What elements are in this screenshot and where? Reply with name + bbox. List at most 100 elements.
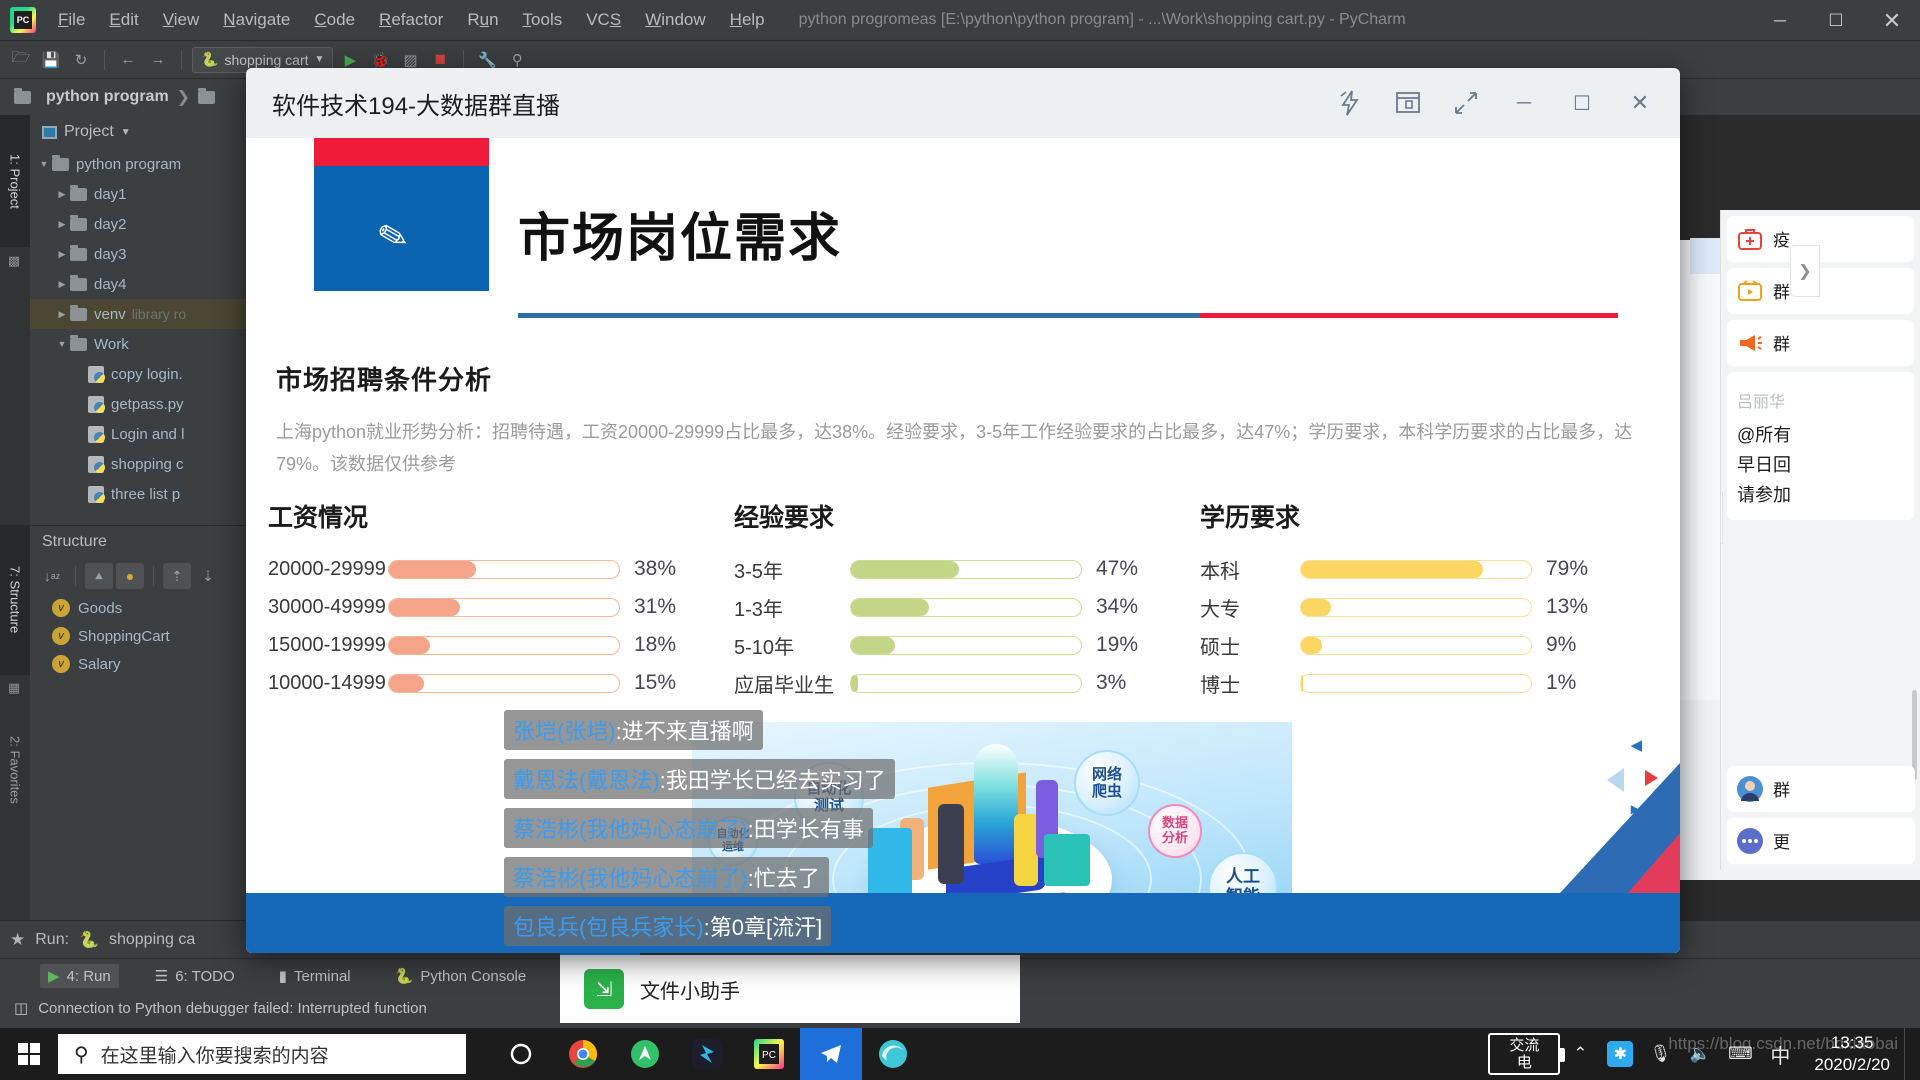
cortana-icon[interactable] (490, 1028, 552, 1080)
ide-minimize-button[interactable]: ─ (1752, 0, 1808, 41)
tree-collapse-arrow-icon[interactable]: ▼ (54, 339, 70, 349)
bubble-line: 人工 (1226, 867, 1260, 887)
sync-icon[interactable]: ↻ (68, 47, 94, 73)
menu-edit[interactable]: Edit (97, 7, 150, 33)
tree-expand-arrow-icon[interactable]: ▶ (54, 189, 70, 200)
battery-label-bottom: 电 (1517, 1054, 1532, 1071)
fullscreen-icon[interactable] (1440, 80, 1492, 126)
forward-arrow-icon[interactable]: → (145, 47, 171, 73)
project-panel-header[interactable]: Project ▼ (30, 115, 250, 149)
structure-divider-1 (75, 566, 76, 586)
menu-navigate[interactable]: Navigate (211, 7, 302, 33)
start-button[interactable] (0, 1028, 58, 1080)
tree-expand-arrow-icon[interactable]: ▶ (54, 249, 70, 260)
breadcrumb-item-project[interactable]: python program (46, 88, 169, 106)
tab-run[interactable]: ▶ 4: Run (40, 964, 119, 988)
ide-close-button[interactable]: ✕ (1864, 0, 1920, 41)
save-icon[interactable]: 💾 (38, 47, 64, 73)
bubble-data-analysis: 数据 分析 (1148, 804, 1202, 858)
sort-alphabetically-icon[interactable]: ↓az (38, 563, 66, 589)
open-folder-icon[interactable]: 🗁 (8, 47, 34, 73)
side-panel-collapse-button[interactable]: chevron-right-icon ❯ (1720, 492, 1723, 544)
menu-help[interactable]: Help (718, 7, 777, 33)
chart-bar-row: 10000-1499915% (268, 664, 734, 702)
tree-row[interactable]: copy login. (30, 359, 250, 389)
group-announcement-card[interactable]: 吕丽华 @所有 早日回 请参加 (1727, 372, 1914, 520)
menu-code[interactable]: Code (302, 7, 367, 33)
tree-expand-arrow-icon[interactable]: ▶ (54, 219, 70, 230)
chevron-down-icon[interactable]: ▼ (121, 127, 131, 138)
toolbar-divider-3 (463, 50, 464, 70)
tab-python-console[interactable]: 🐍 Python Console (387, 964, 535, 988)
side-panel-card[interactable]: 群 (1727, 320, 1914, 366)
expand-all-icon[interactable]: ⇡ (163, 563, 191, 589)
sidebar-item-structure[interactable]: 7: Structure (0, 525, 30, 675)
tree-row[interactable]: ▶venvlibrary ro (30, 299, 250, 329)
slide-nav-arrow-right[interactable]: ▶ (1631, 802, 1640, 816)
list-item[interactable]: vGoods (30, 594, 250, 622)
chart-bar-value: 1% (1546, 671, 1576, 695)
ide-maximize-button[interactable]: ☐ (1808, 0, 1864, 41)
tree-row-suffix: library ro (132, 306, 186, 322)
menu-refactor[interactable]: Refactor (367, 7, 455, 33)
panel-expand-button[interactable]: ❯ (1790, 245, 1820, 297)
tree-row[interactable]: ▶day1 (30, 179, 250, 209)
bluetooth-icon[interactable]: ✱ (1600, 1028, 1640, 1080)
chart-columns: 工资情况20000-2999938%30000-4999931%15000-19… (268, 498, 1668, 702)
tree-row[interactable]: shopping c (30, 449, 250, 479)
tree-expand-arrow-icon[interactable]: ▶ (54, 279, 70, 290)
lightning-icon[interactable] (1324, 80, 1376, 126)
meeting-close-button[interactable]: ✕ (1614, 80, 1666, 126)
back-arrow-icon[interactable]: ← (115, 47, 141, 73)
tree-row[interactable]: ▼python program (30, 149, 250, 179)
dingtalk-icon[interactable] (676, 1028, 738, 1080)
collapse-all-icon[interactable]: ⇣ (194, 563, 222, 589)
meeting-maximize-button[interactable]: ☐ (1556, 80, 1608, 126)
menu-view[interactable]: View (151, 7, 212, 33)
battery-icon[interactable]: 交流 电 (1488, 1033, 1560, 1075)
tree-row[interactable]: getpass.py (30, 389, 250, 419)
menu-tools[interactable]: Tools (511, 7, 575, 33)
meeting-minimize-button[interactable]: ─ (1498, 80, 1550, 126)
side-panel-card[interactable]: 群 (1727, 268, 1914, 314)
slide-red-accent (314, 138, 489, 166)
list-item[interactable]: vSalary (30, 650, 250, 678)
pycharm-icon[interactable]: PC (738, 1028, 800, 1080)
tab-todo[interactable]: ☰ 6: TODO (147, 964, 243, 988)
list-item[interactable]: vShoppingCart (30, 622, 250, 650)
structure-tab-icon: ▦ (0, 677, 30, 699)
chrome-icon[interactable] (552, 1028, 614, 1080)
menu-window[interactable]: Window (633, 7, 717, 33)
menu-vcs[interactable]: VCS (574, 7, 633, 33)
side-panel-card[interactable]: 疫 (1727, 216, 1914, 262)
menu-run[interactable]: Run (455, 7, 510, 33)
tree-row[interactable]: ▶day4 (30, 269, 250, 299)
sidebar-item-project[interactable]: 1: Project (0, 115, 30, 247)
tree-collapse-arrow-icon[interactable]: ▼ (36, 159, 52, 169)
tree-row[interactable]: ▼Work (30, 329, 250, 359)
slide-nav-arrow-left[interactable]: ◀ (1630, 736, 1642, 754)
browser-icon[interactable] (614, 1028, 676, 1080)
sidebar-item-favorites[interactable]: 2: Favorites (0, 705, 30, 835)
tab-terminal[interactable]: ▮ Terminal (271, 964, 359, 988)
tree-row[interactable]: three list p (30, 479, 250, 509)
slide-footer-bar (246, 893, 1680, 953)
chart-title: 工资情况 (268, 498, 734, 534)
tree-row[interactable]: Login and l (30, 419, 250, 449)
side-panel-card-label: 群 (1773, 278, 1790, 303)
taskbar-search-input[interactable]: ⚲ 在这里输入你要搜索的内容 (58, 1034, 466, 1074)
filter-icon[interactable]: ⯅ (85, 563, 113, 589)
side-panel-card[interactable]: 更 (1727, 818, 1915, 864)
telegram-icon[interactable] (800, 1028, 862, 1080)
pin-window-icon[interactable] (1382, 80, 1434, 126)
edge-icon[interactable] (862, 1028, 924, 1080)
tree-row[interactable]: ▶day3 (30, 239, 250, 269)
tree-row[interactable]: ▶day2 (30, 209, 250, 239)
show-fields-icon[interactable]: ● (116, 563, 144, 589)
tree-expand-arrow-icon[interactable]: ▶ (54, 309, 70, 320)
file-assistant-card[interactable]: ⇲ 文件小助手 (560, 955, 1020, 1023)
side-panel-card[interactable]: 群 (1727, 766, 1915, 812)
menu-file[interactable]: File (46, 7, 97, 33)
show-desktop-button[interactable] (1904, 1028, 1914, 1080)
chevron-up-icon[interactable]: ⌃ (1560, 1028, 1600, 1080)
